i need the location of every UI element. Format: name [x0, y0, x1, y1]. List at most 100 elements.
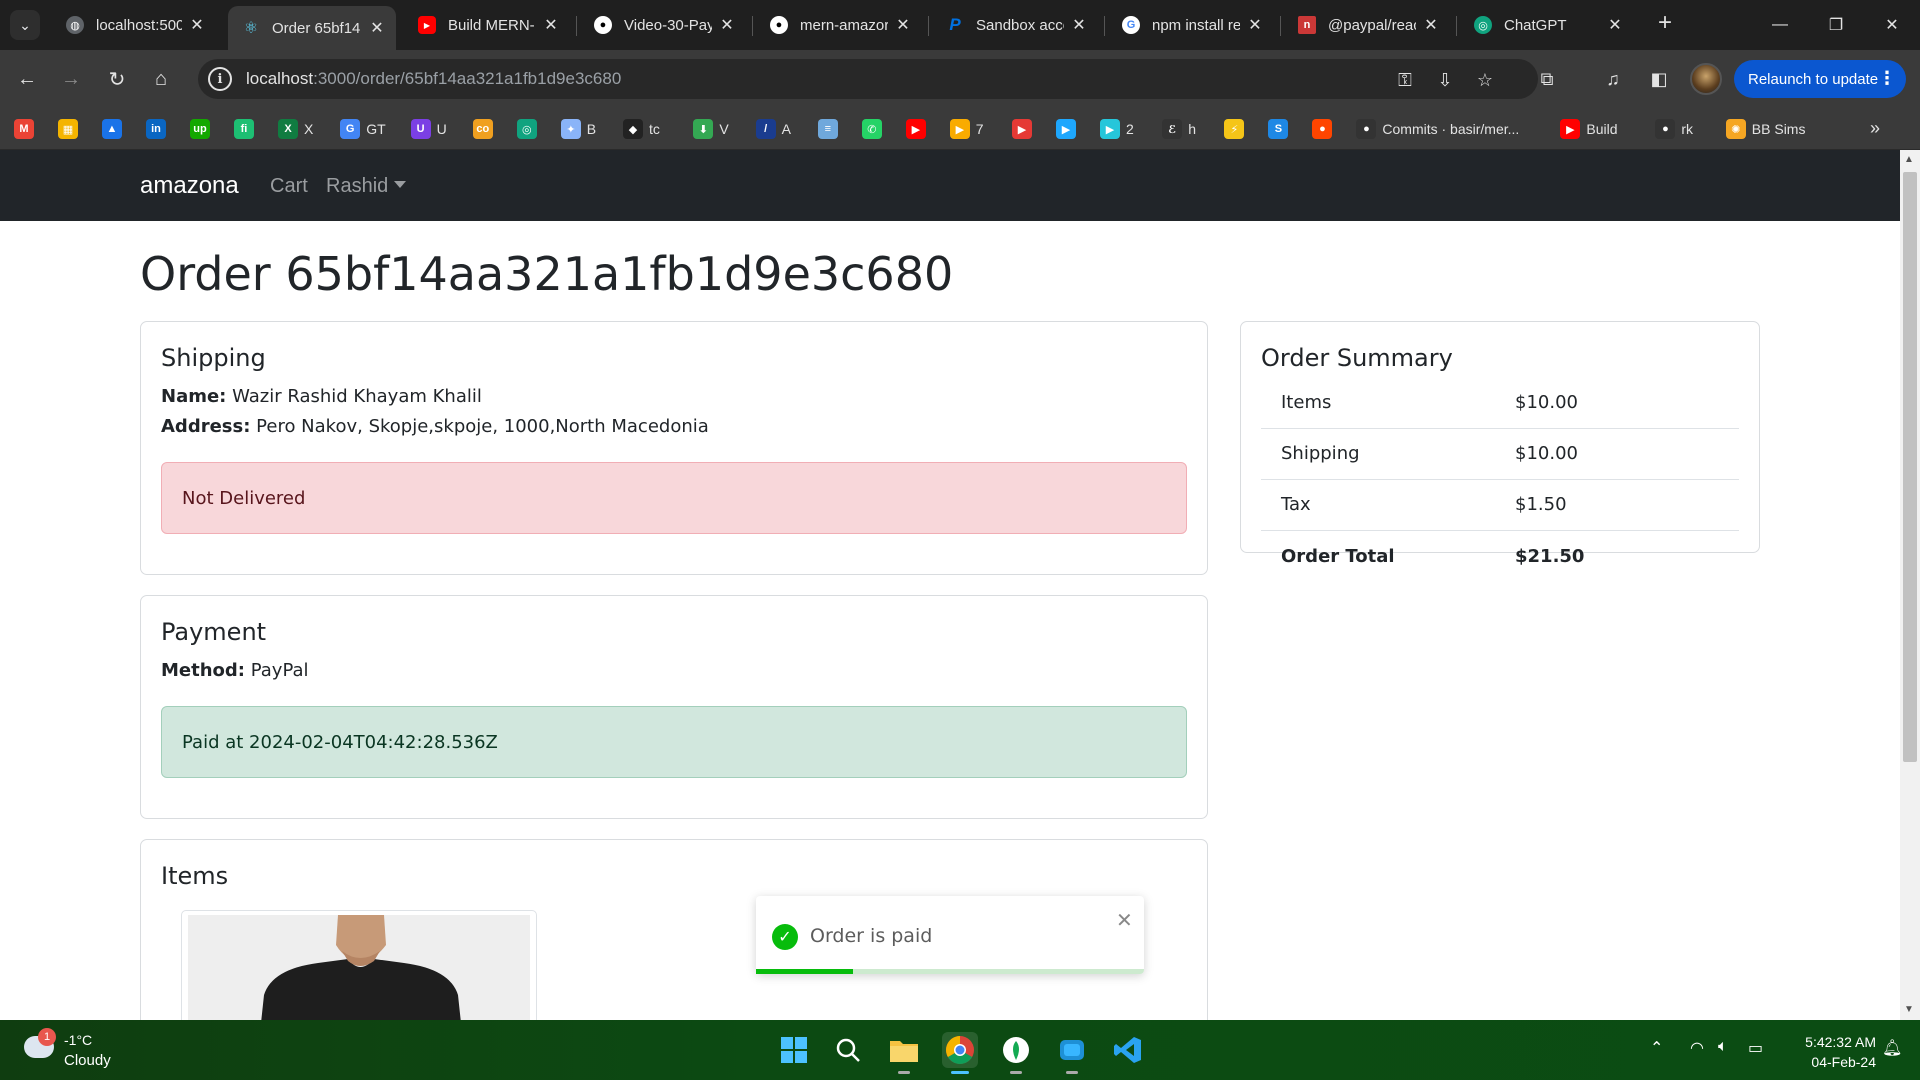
weather-widget[interactable]: 1 -1°C Cloudy	[20, 1028, 180, 1072]
tab-localhost[interactable]: ◍ localhost:500 ✕	[52, 8, 216, 42]
home-icon[interactable]: ⌂	[144, 62, 178, 96]
bookmark-24[interactable]: S	[1268, 117, 1294, 141]
back-arrow-icon[interactable]: ←	[10, 62, 44, 96]
restore-icon[interactable]: ❐	[1808, 0, 1864, 50]
bookmark-10[interactable]: ◎	[516, 117, 543, 141]
tab-sandbox[interactable]: P Sandbox acco ✕	[932, 8, 1098, 42]
minimize-icon[interactable]: —	[1752, 0, 1808, 50]
bookmark-star-icon[interactable]: ☆	[1472, 67, 1498, 93]
bookmark-23[interactable]: ⚡	[1224, 117, 1250, 141]
system-clock[interactable]: 5:42:32 AM 04-Feb-24	[1776, 1032, 1876, 1072]
bookmark-29[interactable]: ✺ BB Sims	[1725, 117, 1805, 141]
scroll-thumb[interactable]	[1903, 172, 1917, 762]
bookmark-12[interactable]: ◆ tc	[623, 117, 660, 141]
tab-search-chevron-icon[interactable]: ⌄	[10, 10, 40, 40]
bookmark-17[interactable]: ▶	[905, 117, 932, 141]
profile-avatar[interactable]	[1690, 63, 1722, 95]
bookmark-2[interactable]: ▲	[102, 117, 128, 141]
scroll-up-arrow-icon[interactable]: ▲	[1904, 154, 1914, 165]
bookmark-18[interactable]: ▶ 7	[949, 117, 984, 141]
youtube-icon: ▶	[418, 16, 436, 34]
nav-user-dropdown[interactable]: Rashid	[326, 175, 407, 198]
close-icon[interactable]: ✕	[1422, 15, 1440, 35]
bookmark-0[interactable]: M	[14, 117, 40, 141]
side-panel-icon[interactable]: ◧	[1642, 62, 1676, 96]
reload-icon[interactable]: ↻	[100, 62, 134, 96]
tab-video-30[interactable]: ● Video-30-Pay ✕	[580, 8, 746, 42]
install-app-icon[interactable]: ⇩	[1432, 67, 1458, 93]
windows-start-icon[interactable]	[776, 1032, 812, 1068]
bookmark-15[interactable]: ≡	[817, 117, 844, 141]
close-icon[interactable]: ✕	[718, 15, 736, 35]
close-icon[interactable]: ✕	[368, 18, 386, 38]
vscode-icon[interactable]	[1110, 1032, 1146, 1068]
close-icon[interactable]: ✕	[1116, 908, 1133, 933]
running-indicator	[951, 1071, 969, 1074]
tab-order[interactable]: ⚛ Order 65bf14 ✕	[228, 6, 396, 50]
url-text[interactable]: localhost:3000/order/65bf14aa321a1fb1d9e…	[246, 69, 621, 89]
bookmark-28[interactable]: ● rk	[1655, 117, 1693, 141]
bookmark-8[interactable]: UU	[410, 117, 447, 141]
bookmark-6[interactable]: XX	[278, 117, 313, 141]
more-vert-icon[interactable]: ⋮	[1878, 68, 1896, 89]
close-window-icon[interactable]: ✕	[1864, 0, 1920, 50]
notification-bell-icon[interactable]: 🔔︎	[1882, 1038, 1902, 1058]
battery-icon[interactable]: ▭	[1748, 1038, 1763, 1058]
close-icon[interactable]: ✕	[1246, 15, 1264, 35]
product-thumbnail[interactable]	[181, 910, 537, 1020]
bookmark-5[interactable]: fi	[234, 117, 260, 141]
bookmark-11[interactable]: ✦ B	[560, 117, 596, 141]
bookmark-22[interactable]: ℰh	[1162, 117, 1196, 141]
page-title: Order 65bf14aa321a1fb1d9e3c680	[140, 247, 954, 301]
bookmark-19[interactable]: ▶	[1012, 117, 1038, 141]
more-bookmarks-chevron-icon[interactable]: »	[1870, 118, 1880, 139]
toast-notification[interactable]: ✓ Order is paid ✕	[756, 896, 1144, 974]
close-icon[interactable]: ✕	[542, 15, 560, 35]
extensions-icon[interactable]: ⧉	[1530, 62, 1564, 96]
scroll-down-arrow-icon[interactable]: ▼	[1904, 1004, 1914, 1015]
mongodb-compass-icon[interactable]	[998, 1032, 1034, 1074]
bookmark-4[interactable]: up	[190, 117, 216, 141]
tab-chatgpt[interactable]: ◎ ChatGPT ✕	[1460, 8, 1634, 42]
tab-paypal-react[interactable]: n @paypal/reac ✕	[1284, 8, 1450, 42]
address-bar[interactable]: i localhost:3000/order/65bf14aa321a1fb1d…	[198, 59, 1538, 99]
password-key-icon[interactable]: ⚿	[1392, 67, 1418, 93]
bookmark-20[interactable]: ▶	[1056, 117, 1082, 141]
bookmark-3[interactable]: in	[146, 117, 172, 141]
relaunch-to-update-button[interactable]: Relaunch to update ⋮	[1734, 60, 1906, 98]
close-icon[interactable]: ✕	[1606, 15, 1624, 35]
bookmark-1[interactable]: ▦	[58, 117, 84, 141]
chrome-taskbar-icon[interactable]	[942, 1032, 978, 1074]
bookmark-21[interactable]: ▶ 2	[1100, 117, 1134, 141]
media-controls-icon[interactable]: ♫	[1596, 62, 1630, 96]
tshirt-model-image	[188, 915, 530, 1020]
bookmark-13[interactable]: ⬇ V	[693, 117, 729, 141]
tab-build-mern[interactable]: ▶ Build MERN- ✕	[404, 8, 570, 42]
drive-icon: ▲	[102, 119, 122, 139]
bookmark-25[interactable]: ●	[1312, 117, 1338, 141]
close-icon[interactable]: ✕	[188, 15, 206, 35]
bookmark-26[interactable]: ● Commits · basir/mer...	[1356, 117, 1519, 141]
volume-icon[interactable]: 🔈︎	[1718, 1038, 1728, 1056]
wifi-icon[interactable]: ◠	[1690, 1038, 1704, 1058]
bookmark-7[interactable]: G GT	[340, 117, 386, 141]
page-scrollbar[interactable]: ▲ ▼	[1900, 150, 1920, 1020]
nav-cart-link[interactable]: Cart	[270, 175, 308, 198]
new-tab-plus-icon[interactable]: +	[1650, 8, 1680, 38]
tray-chevron-up-icon[interactable]: ⌃	[1650, 1038, 1663, 1058]
close-icon[interactable]: ✕	[894, 15, 912, 35]
bookmark-16[interactable]: ✆	[861, 117, 888, 141]
site-info-icon[interactable]: i	[208, 67, 232, 91]
bookmark-9[interactable]: co	[472, 117, 499, 141]
brand-logo-link[interactable]: amazona	[140, 172, 239, 200]
store-app-icon[interactable]	[1054, 1032, 1090, 1074]
tab-title: Video-30-Pay	[624, 16, 712, 34]
close-icon[interactable]: ✕	[1070, 15, 1088, 35]
bookmark-27[interactable]: ▶ Build	[1560, 117, 1618, 141]
forward-arrow-icon[interactable]: →	[54, 62, 88, 96]
tab-mern-amazona[interactable]: ● mern-amazor ✕	[756, 8, 922, 42]
taskbar-search-icon[interactable]	[830, 1032, 866, 1068]
tab-npm-install[interactable]: G npm install re ✕	[1108, 8, 1274, 42]
bookmark-14[interactable]: / A	[755, 117, 791, 141]
file-explorer-icon[interactable]	[886, 1032, 922, 1074]
